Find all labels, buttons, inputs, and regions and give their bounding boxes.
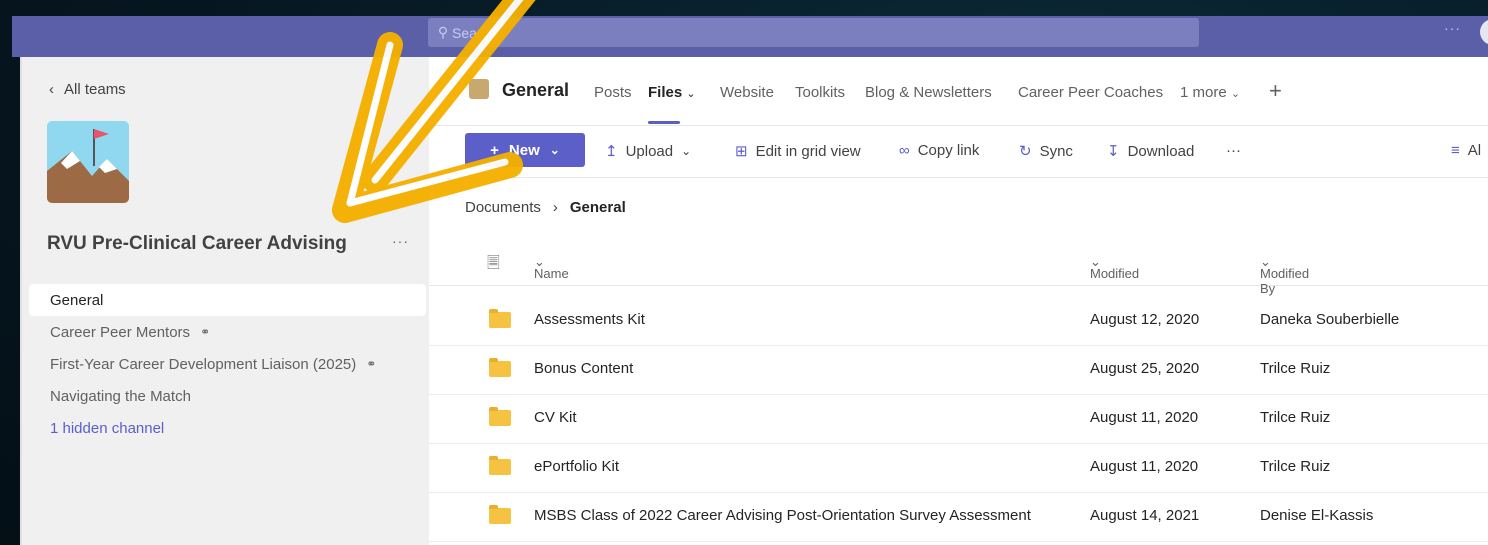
table-row[interactable]: Bonus Content August 25, 2020 Trilce Rui… bbox=[429, 345, 1488, 395]
table-row[interactable]: ePortfolio Kit August 11, 2020 Trilce Ru… bbox=[429, 443, 1488, 493]
plus-icon: + bbox=[490, 141, 499, 159]
file-name[interactable]: ePortfolio Kit bbox=[534, 458, 619, 475]
toolbar-more-icon[interactable]: ··· bbox=[1226, 142, 1241, 159]
file-name[interactable]: CV Kit bbox=[534, 409, 577, 426]
file-name[interactable]: Assessments Kit bbox=[534, 311, 645, 328]
folder-icon bbox=[489, 407, 511, 426]
edit-grid-button[interactable]: ⊞ Edit in grid view bbox=[735, 142, 861, 161]
more-options-icon[interactable]: ··· bbox=[1444, 20, 1461, 36]
chevron-down-icon: ⌄ bbox=[1230, 88, 1241, 100]
chevron-down-icon: ⌄ bbox=[681, 144, 692, 158]
lock-icon: ⚭ bbox=[200, 325, 211, 339]
team-name: RVU Pre-Clinical Career Advising bbox=[47, 233, 347, 254]
modified-date: August 11, 2020 bbox=[1090, 409, 1199, 426]
modified-date: August 12, 2020 bbox=[1090, 311, 1200, 328]
channel-label: Career Peer Mentors bbox=[50, 323, 191, 341]
search-box[interactable]: ⚲ Search bbox=[428, 18, 1199, 47]
all-teams-label: All teams bbox=[64, 81, 126, 98]
all-teams-link[interactable]: ‹ All teams bbox=[49, 81, 126, 98]
tab-posts[interactable]: Posts bbox=[594, 84, 632, 101]
chevron-down-icon: ⌄ bbox=[549, 143, 560, 157]
upload-icon: ↥ bbox=[605, 143, 618, 160]
channel-label: Navigating the Match bbox=[50, 387, 191, 405]
download-button[interactable]: ↧ Download bbox=[1107, 142, 1194, 161]
column-name[interactable]: Name ⌄ bbox=[534, 254, 569, 281]
main-content: General Posts Files ⌄ Website Toolkits B… bbox=[429, 57, 1488, 545]
column-modified[interactable]: Modified ⌄ bbox=[1090, 254, 1139, 281]
channel-career-peer-mentors[interactable]: Career Peer Mentors ⚭ bbox=[29, 316, 426, 348]
modified-date: August 14, 2021 bbox=[1090, 507, 1200, 524]
search-placeholder: Search bbox=[452, 24, 497, 41]
lock-icon: ⚭ bbox=[366, 357, 377, 371]
channel-label: First-Year Career Development Liaison (2… bbox=[50, 355, 357, 373]
chevron-left-icon: ‹ bbox=[49, 81, 54, 98]
channel-navigating-the-match[interactable]: Navigating the Match bbox=[29, 380, 426, 412]
column-modified-by[interactable]: Modified By ⌄ bbox=[1260, 254, 1309, 296]
files-toolbar: + New ⌄ ↥ Upload ⌄ ⊞ Edit in grid view ∞… bbox=[429, 125, 1488, 178]
modified-by: Daneka Souberbielle bbox=[1260, 311, 1400, 328]
hidden-channels-link[interactable]: 1 hidden channel bbox=[29, 412, 426, 444]
folder-icon bbox=[489, 505, 511, 524]
folder-icon bbox=[489, 358, 511, 377]
table-row[interactable]: Assessments Kit August 12, 2020 Daneka S… bbox=[429, 296, 1488, 346]
file-name[interactable]: MSBS Class of 2022 Career Advising Post-… bbox=[534, 507, 1031, 524]
tab-toolkits[interactable]: Toolkits bbox=[795, 84, 845, 101]
tab-blog-newsletters[interactable]: Blog & Newsletters bbox=[865, 84, 992, 101]
chevron-right-icon: › bbox=[552, 199, 558, 216]
grid-icon: ⊞ bbox=[735, 143, 748, 160]
channel-general[interactable]: General bbox=[29, 284, 426, 316]
new-button[interactable]: + New ⌄ bbox=[465, 133, 585, 167]
modified-date: August 11, 2020 bbox=[1090, 458, 1199, 475]
tab-files[interactable]: Files ⌄ bbox=[648, 84, 696, 101]
channel-tab-bar: General Posts Files ⌄ Website Toolkits B… bbox=[429, 57, 1488, 126]
sync-button[interactable]: ↻ Sync bbox=[1019, 142, 1073, 161]
tab-more[interactable]: 1 more ⌄ bbox=[1180, 84, 1240, 101]
breadcrumb-root[interactable]: Documents bbox=[465, 199, 541, 216]
table-header: 🗏 Name ⌄ Modified ⌄ Modified By ⌄ bbox=[429, 242, 1488, 296]
search-icon: ⚲ bbox=[437, 24, 449, 40]
folder-icon bbox=[489, 309, 511, 328]
modified-date: August 25, 2020 bbox=[1090, 360, 1200, 377]
file-name[interactable]: Bonus Content bbox=[534, 360, 633, 377]
modified-by: Trilce Ruiz bbox=[1260, 409, 1331, 426]
modified-by: Trilce Ruiz bbox=[1260, 360, 1331, 377]
breadcrumb: Documents › General bbox=[465, 199, 626, 216]
channel-first-year-liaison[interactable]: First-Year Career Development Liaison (2… bbox=[29, 348, 426, 380]
download-icon: ↧ bbox=[1107, 143, 1120, 160]
hidden-channels-label: 1 hidden channel bbox=[50, 419, 165, 437]
table-row[interactable]: CV Kit August 11, 2020 Trilce Ruiz bbox=[429, 394, 1488, 444]
file-type-icon: 🗏 bbox=[487, 255, 500, 272]
link-icon: ∞ bbox=[899, 142, 910, 159]
breadcrumb-current: General bbox=[569, 199, 626, 216]
tab-website[interactable]: Website bbox=[720, 84, 774, 101]
team-more-icon[interactable]: ··· bbox=[392, 233, 409, 249]
copy-link-button[interactable]: ∞ Copy link bbox=[899, 142, 979, 159]
view-options-button[interactable]: ≡ Al bbox=[1451, 142, 1481, 159]
add-tab-icon[interactable]: + bbox=[1269, 78, 1282, 104]
list-icon: ≡ bbox=[1451, 142, 1460, 159]
table-row[interactable]: MSBS Class of 2022 Career Advising Post-… bbox=[429, 492, 1488, 542]
sync-icon: ↻ bbox=[1019, 143, 1032, 160]
channel-icon bbox=[469, 79, 489, 99]
modified-by: Denise El-Kassis bbox=[1260, 507, 1374, 524]
upload-button[interactable]: ↥ Upload ⌄ bbox=[605, 142, 692, 161]
channel-label: General bbox=[50, 291, 104, 309]
tab-career-peer-coaches[interactable]: Career Peer Coaches bbox=[1018, 84, 1163, 101]
modified-by: Trilce Ruiz bbox=[1260, 458, 1331, 475]
team-sidebar: ‹ All teams RVU Pre-Clinical Career Advi… bbox=[20, 57, 431, 545]
folder-icon bbox=[489, 456, 511, 475]
channel-title: General bbox=[502, 80, 570, 100]
chevron-down-icon: ⌄ bbox=[686, 88, 696, 100]
active-tab-indicator bbox=[648, 121, 680, 124]
team-image bbox=[47, 121, 129, 203]
